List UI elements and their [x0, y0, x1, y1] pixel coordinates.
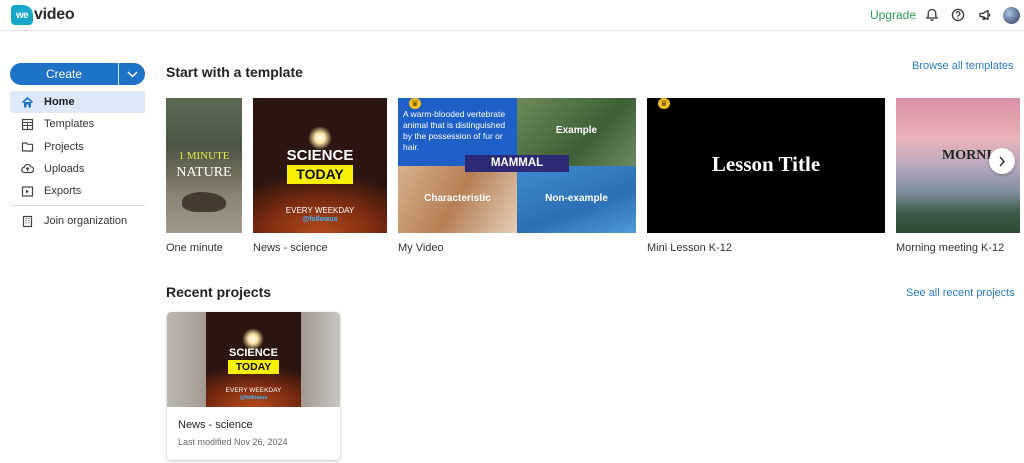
templates-section-title: Start with a template [166, 64, 303, 80]
tile-art-text: 1 MINUTE [178, 150, 230, 162]
project-last-modified: Last modified Nov 26, 2024 [178, 437, 288, 447]
template-tile-label: Morning meeting K-12 [896, 242, 1005, 254]
project-thumbnail[interactable]: SCIENCE TODAY EVERY WEEKDAY @followus [167, 312, 340, 407]
tile-art-text: TODAY [287, 165, 353, 184]
template-tile-mini-lesson[interactable]: Lesson Title ♛ [647, 98, 885, 233]
sidebar-item-label: Exports [44, 185, 82, 198]
tile-art-text: MAMMAL [465, 155, 569, 172]
sidebar-item-uploads[interactable]: Uploads [10, 158, 145, 180]
duck-shape [182, 192, 226, 212]
tile-art-text: Lesson Title [711, 152, 821, 176]
project-title[interactable]: News - science [178, 419, 253, 431]
browse-all-templates-link[interactable]: Browse all templates [912, 60, 1014, 72]
export-icon [21, 186, 34, 197]
template-tile-label: My Video [398, 242, 444, 254]
sidebar-item-join-organization[interactable]: Join organization [10, 210, 145, 232]
chevron-down-icon [126, 70, 138, 78]
tile-art-text: Example [555, 125, 598, 136]
tile-art-text: SCIENCE [286, 147, 354, 164]
template-tile-one-minute[interactable]: 1 MINUTE NATURE [166, 98, 242, 233]
non-example-panel: Non-example [517, 166, 636, 233]
sidebar-item-label: Uploads [44, 162, 85, 175]
tile-art-text: MORNI [942, 148, 992, 163]
tile-art-text: A warm-blooded vertebrate animal that is… [403, 109, 506, 152]
home-icon [21, 96, 34, 107]
premium-crown-icon: ♛ [658, 98, 670, 109]
tile-art-text: @followus [302, 216, 338, 223]
sidebar-item-label: Join organization [44, 215, 128, 228]
building-icon [22, 215, 33, 227]
wevideo-logo[interactable]: we video [11, 4, 75, 26]
sidebar-item-projects[interactable]: Projects [10, 136, 145, 158]
sidebar-nav: Home Templates Projects Uploads Exports … [10, 91, 145, 232]
see-all-recent-projects-link[interactable]: See all recent projects [906, 287, 1015, 299]
sidebar-divider [10, 205, 145, 207]
templates-icon [21, 118, 34, 130]
thumbnail-text: SCIENCE [229, 347, 278, 359]
thumbnail-art: SCIENCE TODAY EVERY WEEKDAY @followus [206, 312, 301, 407]
sidebar-item-label: Home [44, 96, 75, 108]
premium-crown-icon: ♛ [409, 98, 421, 109]
sidebar-item-exports[interactable]: Exports [10, 180, 145, 202]
template-tile-my-video[interactable]: A warm-blooded vertebrate animal that is… [398, 98, 636, 233]
sidebar-item-home[interactable]: Home [10, 91, 145, 113]
sidebar-item-label: Projects [44, 140, 84, 153]
upgrade-link[interactable]: Upgrade [870, 8, 916, 22]
logo-word: video [34, 6, 75, 23]
tile-art-text: Non-example [545, 193, 608, 204]
template-tile-news-science[interactable]: SCIENCE TODAY EVERY WEEKDAY @followus [253, 98, 387, 233]
thumbnail-text: @followus [239, 395, 268, 401]
carousel-next-button[interactable] [989, 148, 1015, 174]
bell-icon[interactable] [925, 8, 939, 22]
create-button-label[interactable]: Create [10, 63, 118, 85]
sidebar-item-label: Templates [44, 118, 95, 131]
template-tile-label: Mini Lesson K-12 [647, 242, 732, 254]
recent-projects-title: Recent projects [166, 284, 272, 300]
template-tile-label: One minute [166, 242, 223, 254]
characteristic-panel: Characteristic [398, 166, 517, 233]
tile-art-text: Characteristic [424, 193, 491, 204]
create-button[interactable]: Create [10, 63, 145, 85]
template-tile-label: News - science [253, 242, 328, 254]
tile-art-text: NATURE [176, 165, 232, 180]
sidebar-item-templates[interactable]: Templates [10, 113, 145, 135]
avatar[interactable] [1003, 7, 1020, 24]
create-dropdown-toggle[interactable] [119, 63, 145, 85]
chevron-right-icon [999, 156, 1006, 166]
help-icon[interactable] [951, 8, 965, 22]
cloud-upload-icon [21, 164, 34, 174]
logo-mark: we [11, 5, 33, 25]
tile-art-text: EVERY WEEKDAY [285, 206, 355, 215]
create-divider [118, 63, 119, 85]
thumbnail-text: TODAY [228, 360, 279, 374]
megaphone-icon[interactable] [978, 8, 992, 22]
project-card[interactable]: SCIENCE TODAY EVERY WEEKDAY @followus Ne… [167, 312, 340, 460]
thumbnail-text: EVERY WEEKDAY [225, 387, 282, 394]
folder-icon [21, 142, 34, 152]
top-bar: we video Upgrade [0, 0, 1024, 31]
